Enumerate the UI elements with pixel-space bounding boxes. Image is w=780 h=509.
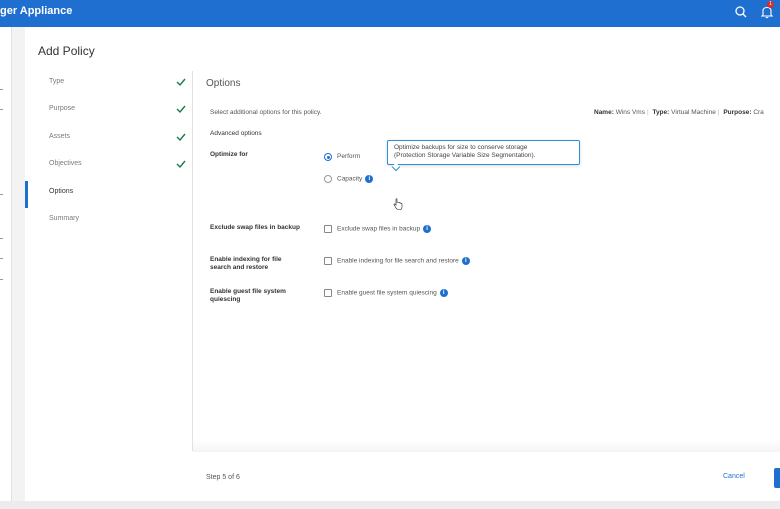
- info-icon[interactable]: i: [461, 257, 470, 265]
- purpose-label: Purpose:: [723, 109, 752, 116]
- check-icon: [176, 133, 186, 142]
- left-nav-rail: [0, 27, 12, 509]
- capacity-radio-option[interactable]: Capacity i: [324, 175, 384, 184]
- step-purpose[interactable]: Purpose: [25, 98, 193, 125]
- exclude-swap-text: Exclude swap files in backup i: [337, 225, 432, 233]
- wizard-steps: Type Purpose Assets Objectives Options S…: [25, 71, 193, 451]
- step-label: Summary: [49, 215, 79, 222]
- type-value: Virtual Machine: [671, 109, 716, 116]
- exclude-swap-option[interactable]: Exclude swap files in backup i: [324, 225, 449, 234]
- step-label: Purpose: [49, 105, 76, 112]
- tooltip-line: Optimize backups for size to conserve st…: [394, 144, 528, 151]
- step-label: Type: [49, 78, 65, 85]
- enable-indexing-option[interactable]: Enable indexing for file search and rest…: [324, 257, 494, 266]
- purpose-value: Cra: [753, 109, 764, 116]
- wizard-footer: Step 5 of 6 Cancel: [193, 440, 780, 501]
- rail-marker: [0, 194, 3, 195]
- capacity-radio[interactable]: [324, 175, 332, 183]
- notification-badge: 1: [767, 1, 774, 8]
- intro-text: Select additional options for this polic…: [210, 109, 322, 116]
- step-summary[interactable]: Summary: [25, 208, 193, 235]
- guest-quiescing-text: Enable guest file system quiescing i: [337, 289, 448, 297]
- advanced-options-title: Advanced options: [210, 130, 262, 137]
- add-policy-dialog: Add Policy Type Purpose Assets Objective…: [25, 27, 780, 501]
- check-icon: [176, 160, 186, 169]
- next-button[interactable]: [774, 468, 780, 488]
- rail-marker: [0, 109, 3, 110]
- enable-indexing-checkbox[interactable]: [324, 257, 332, 265]
- step-label: Options: [49, 188, 74, 195]
- page-bottom: [0, 501, 780, 509]
- exclude-swap-checkbox[interactable]: [324, 225, 332, 233]
- options-panel: Options Select additional options for th…: [193, 71, 780, 451]
- info-icon[interactable]: i: [365, 175, 374, 183]
- capacity-label: Capacity i: [337, 175, 374, 183]
- guest-quiescing-label: Enable guest file system quiescing: [210, 288, 286, 303]
- tooltip-arrow: [391, 162, 401, 172]
- capacity-tooltip: Optimize backups for size to conserve st…: [387, 140, 580, 172]
- policy-summary-meta: Name: Wins Vms | Type: Virtual Machine | P…: [594, 109, 764, 116]
- info-icon[interactable]: i: [439, 289, 448, 297]
- search-icon[interactable]: [733, 4, 749, 20]
- performance-radio[interactable]: [324, 153, 332, 161]
- exclude-swap-label: Exclude swap files in backup: [210, 224, 300, 231]
- performance-radio-option[interactable]: Perform: [324, 153, 384, 162]
- section-title: Options: [206, 78, 241, 89]
- check-icon: [176, 78, 186, 87]
- dialog-title: Add Policy: [38, 44, 95, 58]
- info-icon[interactable]: i: [423, 225, 432, 233]
- name-value: Wins Vms: [615, 109, 645, 116]
- rail-marker: [0, 279, 3, 280]
- step-type[interactable]: Type: [25, 71, 193, 98]
- step-assets[interactable]: Assets: [25, 126, 193, 153]
- footer-shadow: [193, 440, 780, 452]
- optimize-for-label: Optimize for: [210, 151, 248, 158]
- type-label: Type:: [652, 109, 670, 116]
- rail-marker: [0, 258, 3, 259]
- app-title: ger Appliance: [0, 5, 73, 17]
- name-label: Name:: [594, 109, 614, 116]
- enable-indexing-label: Enable indexing for file search and rest…: [210, 256, 282, 271]
- step-label: Objectives: [49, 160, 82, 167]
- guest-quiescing-option[interactable]: Enable guest file system quiescing i: [324, 289, 469, 298]
- hand-cursor-icon: [393, 198, 403, 210]
- performance-label: Perform: [337, 153, 361, 160]
- tooltip-line: (Protection Storage Variable Size Segmen…: [394, 152, 536, 159]
- top-bar: ger Appliance 1: [0, 0, 780, 27]
- enable-indexing-text: Enable indexing for file search and rest…: [337, 257, 470, 265]
- step-objectives[interactable]: Objectives: [25, 153, 193, 180]
- step-counter: Step 5 of 6: [206, 474, 240, 481]
- check-icon: [176, 105, 186, 114]
- rail-marker: [0, 238, 3, 239]
- step-options[interactable]: Options: [25, 181, 193, 208]
- rail-marker: [0, 89, 3, 90]
- guest-quiescing-checkbox[interactable]: [324, 289, 332, 297]
- cancel-button[interactable]: Cancel: [723, 473, 745, 480]
- step-label: Assets: [49, 133, 71, 140]
